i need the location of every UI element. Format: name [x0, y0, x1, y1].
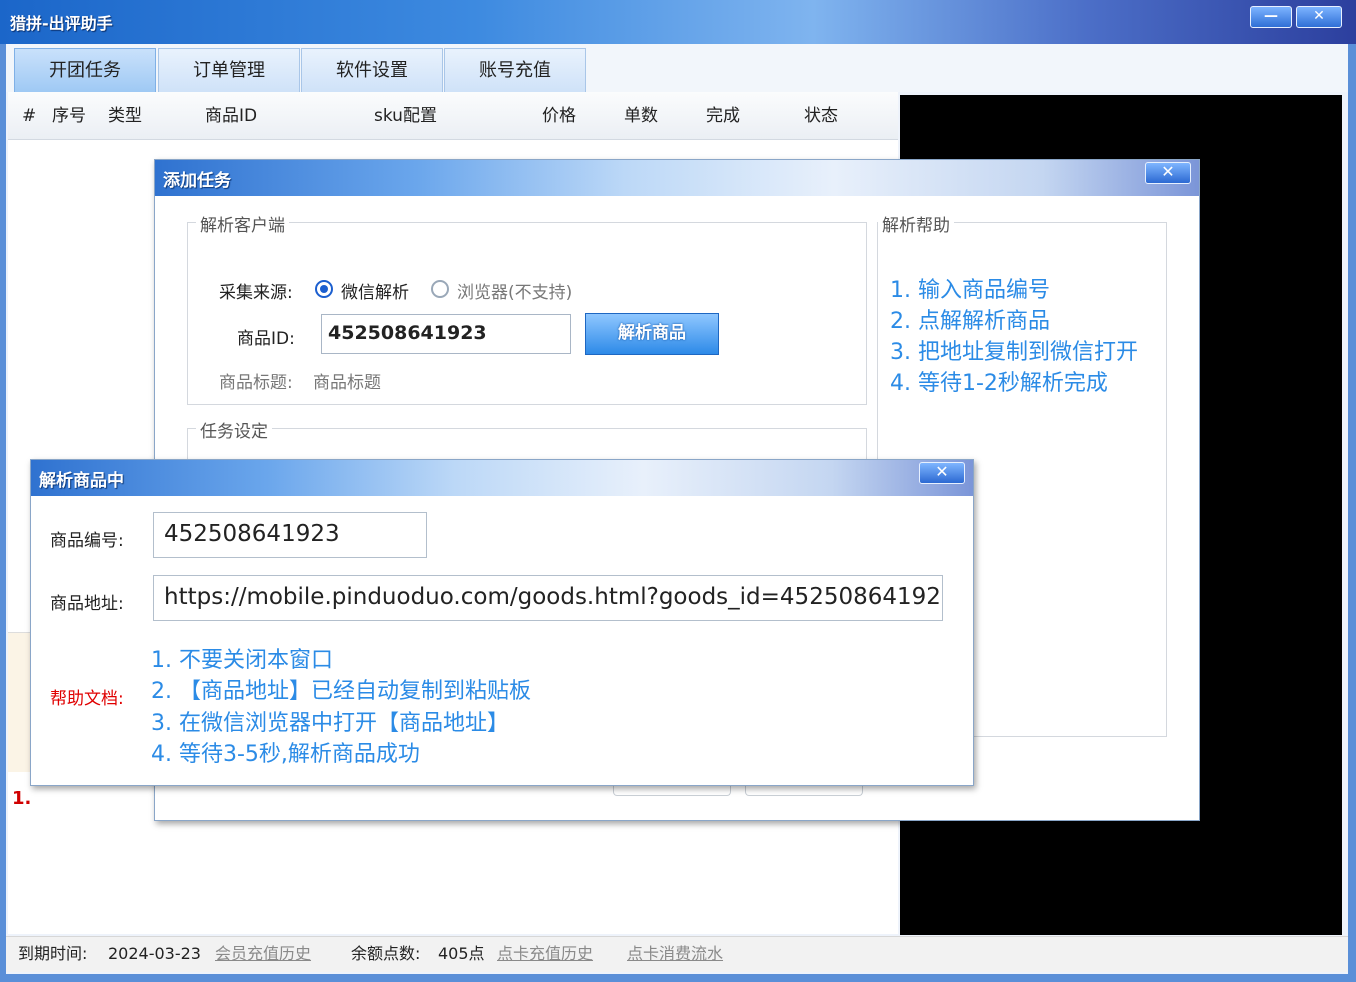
status-bar: 到期时间: 2024-03-23 会员充值历史 余额点数: 405点 点卡充值历…	[6, 936, 1348, 972]
product-id-input[interactable]: 452508641923	[321, 314, 571, 354]
client-group-title: 解析客户端	[196, 211, 289, 236]
add-task-close-button[interactable]: ✕	[1145, 162, 1191, 184]
column-header-done[interactable]: 完成	[706, 92, 740, 140]
member-history-link[interactable]: 会员充值历史	[215, 937, 311, 971]
minimize-icon: —	[1264, 8, 1278, 24]
card-history-link[interactable]: 点卡充值历史	[497, 937, 593, 971]
parse-dialog-titlebar[interactable]: 解析商品中 ✕	[31, 460, 973, 496]
column-header-seq[interactable]: 序号	[52, 92, 86, 140]
source-label: 采集来源:	[219, 283, 293, 303]
grid-row-text: 1.	[12, 788, 32, 809]
balance-label: 余额点数:	[351, 944, 421, 963]
expire-label: 到期时间:	[18, 944, 88, 963]
app-title: 猎拼-出评助手	[10, 14, 113, 33]
help-step-2: 2. 点解解析商品	[890, 309, 1050, 334]
parse-product-dialog: 解析商品中 ✕ 商品编号: 452508641923 商品地址: https:/…	[30, 459, 974, 786]
tab-bar: 开团任务 订单管理 软件设置 账号充值	[6, 44, 1348, 92]
column-header-product-id[interactable]: 商品ID	[205, 92, 257, 140]
help-doc-label: 帮助文档:	[50, 689, 124, 709]
help-step-3: 3. 把地址复制到微信打开	[890, 340, 1138, 365]
close-button[interactable]: ✕	[1296, 6, 1342, 28]
product-number-label: 商品编号:	[50, 531, 124, 551]
add-task-titlebar[interactable]: 添加任务 ✕	[155, 160, 1199, 196]
column-header-type[interactable]: 类型	[108, 92, 142, 140]
tab-group-tasks[interactable]: 开团任务	[14, 48, 156, 92]
close-icon: ✕	[935, 462, 949, 481]
product-title-value: 商品标题	[313, 373, 381, 393]
help-step-1: 1. 输入商品编号	[890, 278, 1050, 303]
card-flow-link[interactable]: 点卡消费流水	[627, 937, 723, 971]
radio-wechat[interactable]	[315, 280, 333, 298]
grid-header: # 序号 类型 商品ID sku配置 价格 单数 完成 状态	[8, 92, 898, 140]
tab-software-settings[interactable]: 软件设置	[301, 48, 443, 92]
expire-value: 2024-03-23	[108, 944, 201, 963]
balance-value: 405点	[438, 944, 485, 963]
column-header-status[interactable]: 状态	[804, 92, 838, 140]
parse-help-step-2: 2. 【商品地址】已经自动复制到粘贴板	[151, 679, 531, 704]
parse-dialog-title: 解析商品中	[39, 471, 124, 491]
close-icon: ✕	[1313, 8, 1325, 24]
column-header-price[interactable]: 价格	[542, 92, 576, 140]
add-task-title: 添加任务	[163, 171, 231, 191]
parse-product-button[interactable]: 解析商品	[585, 313, 719, 355]
close-icon: ✕	[1161, 162, 1175, 181]
parse-help-step-3: 3. 在微信浏览器中打开【商品地址】	[151, 711, 509, 736]
main-titlebar[interactable]: 猎拼-出评助手 — ✕	[0, 0, 1356, 44]
task-settings-title: 任务设定	[196, 417, 272, 442]
product-number-input[interactable]: 452508641923	[153, 512, 427, 558]
radio-browser-label[interactable]: 浏览器(不支持)	[457, 278, 572, 303]
parse-dialog-close-button[interactable]: ✕	[919, 462, 965, 484]
parse-help-step-1: 1. 不要关闭本窗口	[151, 648, 333, 673]
minimize-button[interactable]: —	[1250, 6, 1292, 28]
radio-browser[interactable]	[431, 280, 449, 298]
tab-account-recharge[interactable]: 账号充值	[444, 48, 586, 92]
grid-row-fragment[interactable]	[8, 632, 32, 772]
tab-order-management[interactable]: 订单管理	[158, 48, 300, 92]
column-header-sku[interactable]: sku配置	[374, 92, 437, 140]
product-title-label: 商品标题:	[219, 373, 293, 393]
product-id-label: 商品ID:	[237, 329, 295, 349]
product-url-label: 商品地址:	[50, 594, 124, 614]
help-step-4: 4. 等待1-2秒解析完成	[890, 371, 1108, 396]
help-group-title: 解析帮助	[878, 211, 954, 236]
parse-help-step-4: 4. 等待3-5秒,解析商品成功	[151, 742, 420, 767]
column-header-count[interactable]: 单数	[624, 92, 658, 140]
product-url-input[interactable]: https://mobile.pinduoduo.com/goods.html?…	[153, 575, 943, 621]
radio-wechat-label[interactable]: 微信解析	[341, 278, 409, 303]
column-header-hash[interactable]: #	[22, 92, 36, 140]
